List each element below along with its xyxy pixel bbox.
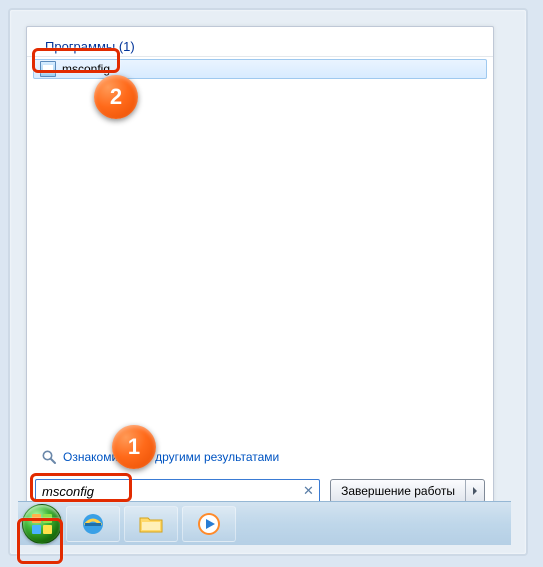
taskbar-item-explorer[interactable]	[124, 506, 178, 542]
result-item-msconfig[interactable]: msconfig	[33, 59, 487, 79]
internet-explorer-icon	[79, 510, 107, 538]
media-player-icon	[195, 510, 223, 538]
clear-search-button[interactable]: ✕	[302, 484, 315, 498]
file-explorer-icon	[137, 510, 165, 538]
search-input[interactable]	[42, 484, 302, 499]
window-frame: Программы (1) msconfig Ознакомиться с др…	[8, 8, 528, 556]
taskbar-item-wmp[interactable]	[182, 506, 236, 542]
taskbar-item-ie[interactable]	[66, 506, 120, 542]
result-item-label: msconfig	[62, 62, 110, 76]
magnifier-icon	[41, 449, 57, 465]
shutdown-button[interactable]: Завершение работы	[330, 479, 485, 503]
taskbar	[18, 501, 511, 545]
start-button[interactable]	[22, 504, 62, 544]
chevron-right-icon	[471, 487, 479, 495]
shutdown-options-arrow[interactable]	[466, 480, 484, 502]
annotation-badge-1: 1	[112, 425, 156, 469]
msconfig-icon	[40, 61, 56, 77]
annotation-badge-2: 2	[94, 75, 138, 119]
see-more-results-label: Ознакомиться с другими результатами	[63, 450, 279, 464]
clear-x-icon: ✕	[303, 483, 314, 499]
search-box[interactable]: ✕	[35, 479, 320, 503]
windows-orb-icon	[30, 512, 54, 536]
see-more-results-link[interactable]: Ознакомиться с другими результатами	[27, 443, 493, 473]
results-category-header: Программы (1)	[27, 35, 493, 57]
shutdown-label: Завершение работы	[331, 480, 466, 502]
